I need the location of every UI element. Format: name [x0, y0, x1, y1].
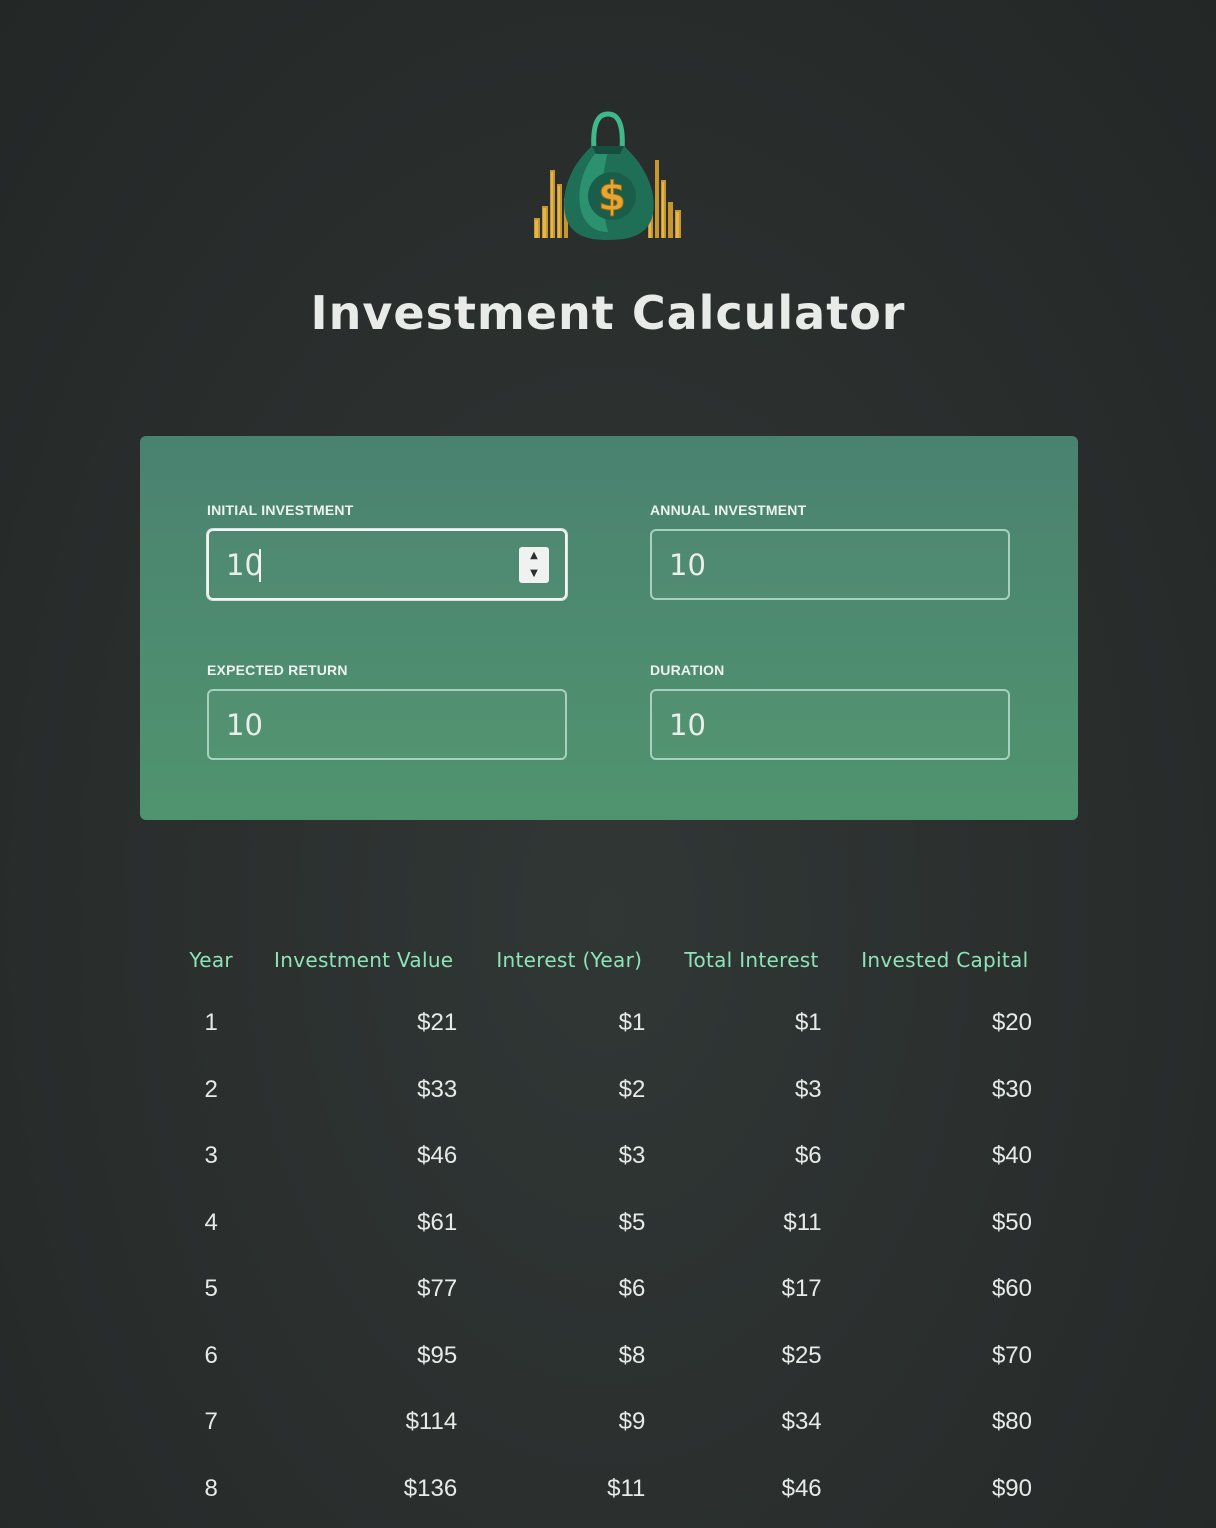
annual-investment-box[interactable] [650, 529, 1010, 600]
col-interest-year-header: Interest (Year) [496, 948, 643, 972]
cell-investment-value: $114 [405, 1408, 458, 1436]
page-title: Investment Calculator [310, 286, 906, 340]
cell-invested-capital: $40 [991, 1142, 1032, 1170]
results-table: Year Investment Value Interest (Year) To… [170, 930, 1050, 1522]
app-header: $ Investment Calculator [0, 0, 1216, 380]
cell-total-interest: $3 [794, 1075, 822, 1103]
initial-investment-box[interactable]: ▲ ▼ [207, 529, 567, 600]
table-row: 7 $114 $9 $34 $80 [170, 1389, 1050, 1456]
cell-investment-value: $136 [403, 1474, 458, 1502]
annual-investment-input[interactable] [652, 531, 969, 598]
cell-investment-value: $95 [417, 1341, 458, 1369]
user-input-panel: INITIAL INVESTMENT ▲ ▼ ANNUAL INVESTMENT… [140, 436, 1078, 820]
cell-total-interest: $11 [783, 1208, 822, 1236]
cell-interest-year: $3 [618, 1142, 646, 1170]
cell-interest-year: $11 [607, 1474, 646, 1502]
cell-year: 2 [204, 1075, 218, 1103]
cell-investment-value: $77 [417, 1275, 458, 1303]
cell-year: 7 [204, 1408, 218, 1436]
table-row: 4 $61 $5 $11 $50 [170, 1190, 1050, 1257]
cell-year: 6 [204, 1341, 218, 1369]
cell-year: 1 [204, 1009, 218, 1037]
cell-invested-capital: $60 [991, 1275, 1032, 1303]
table-row: 3 $46 $3 $6 $40 [170, 1123, 1050, 1190]
expected-return-input[interactable] [209, 691, 526, 758]
cell-investment-value: $46 [417, 1142, 458, 1170]
svg-text:$: $ [598, 174, 626, 220]
col-investment-value-header: Investment Value [274, 948, 454, 972]
cell-invested-capital: $80 [991, 1408, 1032, 1436]
expected-return-box[interactable] [207, 689, 567, 760]
cell-invested-capital: $20 [991, 1009, 1032, 1037]
spinner-down-icon[interactable]: ▼ [519, 565, 549, 583]
table-row: 5 $77 $6 $17 $60 [170, 1256, 1050, 1323]
results-table-body: 1 $21 $1 $1 $20 2 $33 $2 $3 $30 3 $46 $3 $6 $40 4 $61 $5 $… [170, 990, 1050, 1522]
col-invested-capital-header: Invested Capital [861, 948, 1029, 972]
cell-invested-capital: $30 [991, 1075, 1032, 1103]
cell-invested-capital: $70 [991, 1341, 1032, 1369]
text-caret [259, 549, 261, 582]
number-spinner[interactable]: ▲ ▼ [519, 547, 549, 583]
col-total-interest-header: Total Interest [684, 948, 819, 972]
col-year-header: Year [189, 948, 233, 972]
cell-invested-capital: $90 [991, 1474, 1032, 1502]
cell-interest-year: $1 [618, 1009, 646, 1037]
cell-total-interest: $34 [781, 1408, 822, 1436]
cell-interest-year: $8 [618, 1341, 646, 1369]
duration-label: DURATION [650, 662, 725, 678]
duration-box[interactable] [650, 689, 1010, 760]
initial-investment-input[interactable] [209, 531, 526, 598]
cell-investment-value: $61 [417, 1208, 458, 1236]
annual-investment-field: ANNUAL INVESTMENT [650, 500, 1012, 600]
cell-interest-year: $2 [618, 1075, 646, 1103]
expected-return-field: EXPECTED RETURN [207, 660, 569, 760]
table-row: 8 $136 $11 $46 $90 [170, 1456, 1050, 1523]
money-bag-icon: $ [534, 111, 681, 240]
table-row: 2 $33 $2 $3 $30 [170, 1057, 1050, 1124]
duration-input[interactable] [652, 691, 969, 758]
initial-investment-label: INITIAL INVESTMENT [207, 502, 354, 518]
cell-total-interest: $17 [781, 1275, 822, 1303]
annual-investment-label: ANNUAL INVESTMENT [650, 502, 807, 518]
cell-investment-value: $33 [417, 1075, 458, 1103]
initial-investment-field: INITIAL INVESTMENT ▲ ▼ [207, 500, 569, 600]
cell-total-interest: $25 [781, 1341, 822, 1369]
table-row: 6 $95 $8 $25 $70 [170, 1323, 1050, 1390]
cell-total-interest: $46 [781, 1474, 822, 1502]
cell-year: 8 [204, 1474, 218, 1502]
table-row: 1 $21 $1 $1 $20 [170, 990, 1050, 1057]
cell-total-interest: $1 [794, 1009, 822, 1037]
cell-invested-capital: $50 [991, 1208, 1032, 1236]
cell-interest-year: $9 [618, 1408, 646, 1436]
spinner-up-icon[interactable]: ▲ [519, 547, 549, 565]
cell-interest-year: $5 [618, 1208, 646, 1236]
cell-year: 5 [204, 1275, 218, 1303]
cell-total-interest: $6 [794, 1142, 822, 1170]
table-header-row: Year Investment Value Interest (Year) To… [170, 930, 1050, 990]
cell-year: 4 [204, 1208, 218, 1236]
duration-field: DURATION [650, 660, 1012, 760]
expected-return-label: EXPECTED RETURN [207, 662, 348, 678]
cell-investment-value: $21 [417, 1009, 458, 1037]
cell-interest-year: $6 [618, 1275, 646, 1303]
cell-year: 3 [204, 1142, 218, 1170]
